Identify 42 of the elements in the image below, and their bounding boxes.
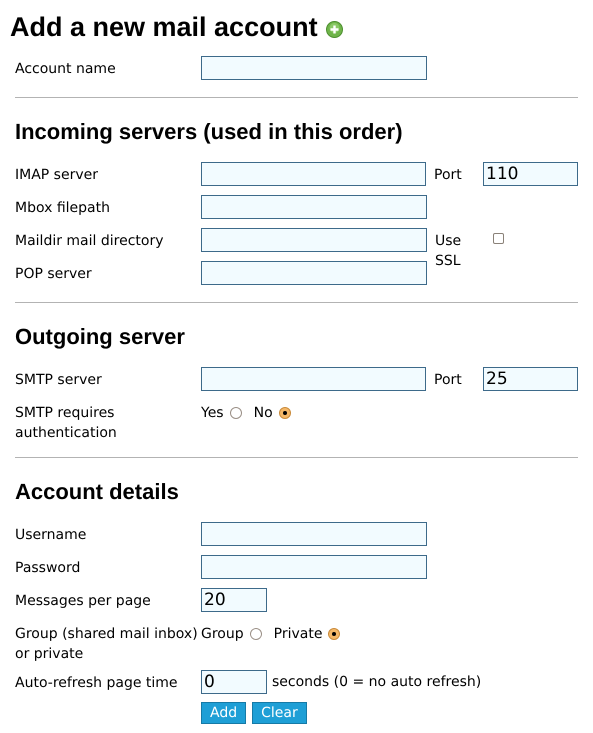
field-label: Group (shared mail inbox) or private [15,626,198,662]
add-icon [326,20,343,38]
field-label: Messages per page [15,593,151,609]
field-label: Use SSL [435,232,462,271]
radio-button[interactable] [328,628,340,640]
checkbox[interactable] [493,233,504,244]
radio-button[interactable] [278,407,291,419]
option-label: Group [201,625,244,644]
input-field[interactable]: 20 [201,588,267,612]
radio-button[interactable] [250,628,262,640]
field-label: POP server [15,266,92,282]
field-label: Maildir mail directory [15,233,164,249]
input-field[interactable] [201,228,427,252]
field-label: Auto-refresh page time [15,675,178,691]
field-label: Username [15,527,86,543]
section-heading: Outgoing server [15,323,186,351]
option-label: Private [274,625,322,644]
field-label: Account name [15,61,116,77]
field-hint: seconds (0 = no auto refresh) [272,673,482,692]
section-heading: Incoming servers (used in this order) [15,118,404,146]
input-field[interactable] [201,56,427,80]
field-label: SMTP requires authentication [15,405,117,441]
field-label: IMAP server [15,167,98,183]
page-title: Add a new mail account [10,11,318,44]
input-field[interactable] [201,555,427,579]
input-field[interactable]: 110 [483,162,578,186]
input-field[interactable] [201,367,426,391]
option-label: Yes [201,404,224,423]
field-label: Password [15,560,80,576]
input-field[interactable] [201,522,427,546]
input-field[interactable] [201,261,427,285]
option-label: No [254,404,273,423]
field-label: Port [434,372,462,388]
field-label: Mbox filepath [15,200,110,216]
radio-button[interactable] [230,407,242,419]
section-heading: Account details [15,478,180,506]
field-label: SMTP server [15,372,102,388]
field-label: Port [434,167,462,183]
input-field[interactable]: 0 [201,670,267,694]
input-field[interactable] [201,195,427,219]
input-field[interactable]: 25 [483,367,578,391]
input-field[interactable] [201,162,426,186]
